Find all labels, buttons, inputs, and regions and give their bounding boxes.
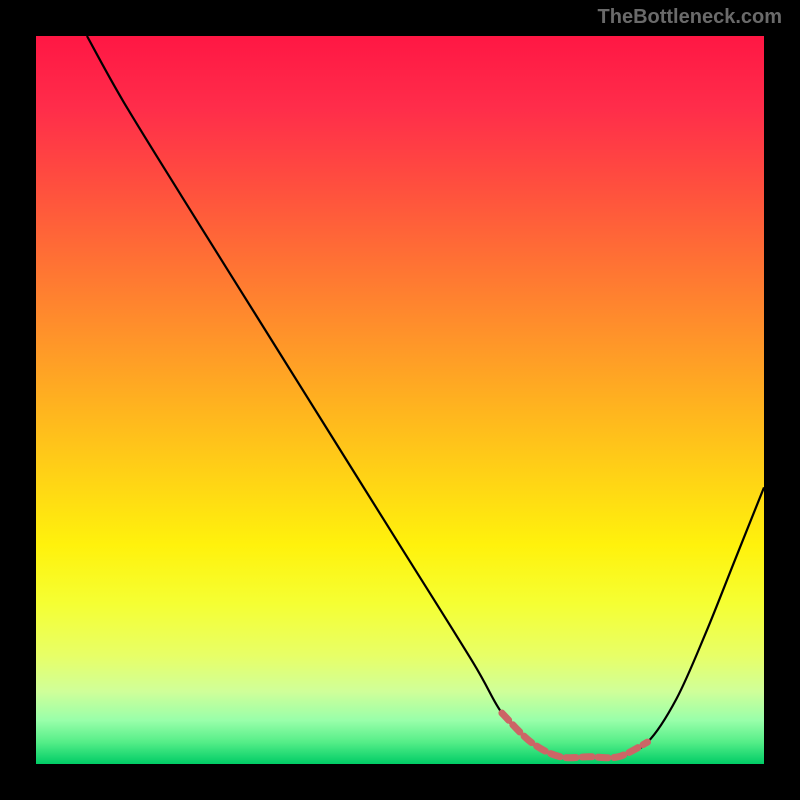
curve-layer: [36, 36, 764, 764]
optimal-zone-marker: [502, 713, 648, 758]
attribution-text: TheBottleneck.com: [598, 6, 782, 29]
chart-plot-area: [36, 36, 764, 764]
bottleneck-curve: [87, 36, 764, 758]
